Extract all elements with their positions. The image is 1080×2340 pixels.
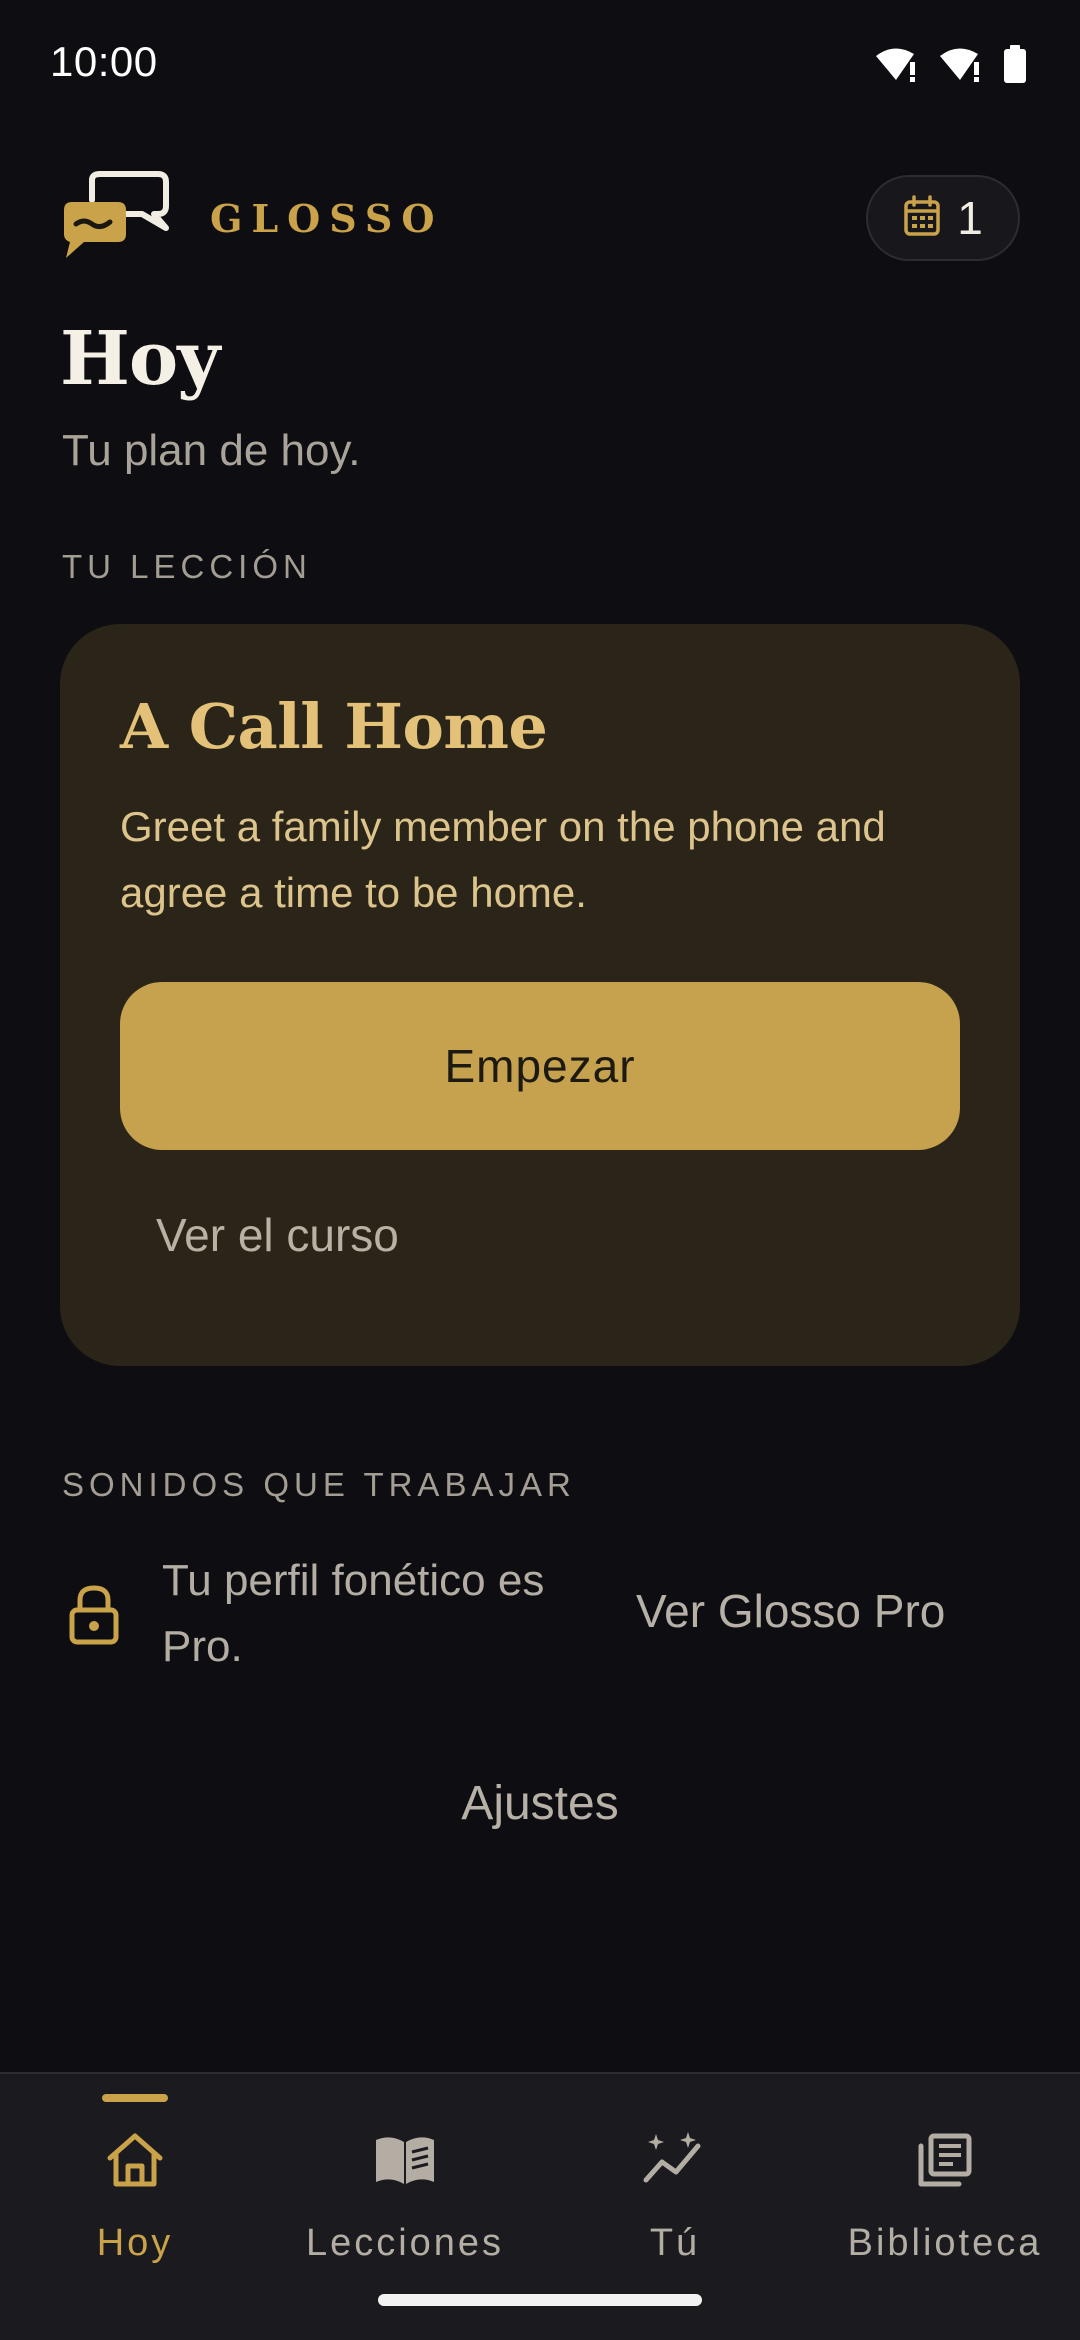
page-subtitle: Tu plan de hoy. — [62, 426, 361, 475]
wifi-alert-icon — [874, 44, 920, 84]
nav-item-tu[interactable]: Tú — [540, 2130, 810, 2280]
view-course-link[interactable]: Ver el curso — [156, 1208, 399, 1262]
lock-icon — [66, 1582, 122, 1651]
status-time: 10:00 — [50, 38, 158, 85]
settings-link[interactable]: Ajustes — [0, 1776, 1080, 1831]
nav-active-indicator — [102, 2094, 168, 2102]
chat-bubbles-icon — [58, 170, 172, 264]
nav-item-biblioteca[interactable]: Biblioteca — [810, 2130, 1080, 2280]
status-bar: 10:00 — [0, 0, 1080, 128]
lesson-description: Greet a family member on the phone and a… — [120, 803, 886, 916]
lesson-card: A Call Home Greet a family member on the… — [60, 624, 1020, 1366]
nav-label-lecciones: Lecciones — [305, 2222, 505, 2264]
streak-button[interactable]: 1 — [866, 175, 1020, 261]
library-icon — [915, 2130, 975, 2195]
brand-name: GLOSSO — [210, 196, 444, 241]
lesson-title: A Call Home — [120, 690, 548, 763]
book-icon — [372, 2130, 438, 2195]
view-pro-link[interactable]: Ver Glosso Pro — [636, 1584, 945, 1638]
signal-alert-icon — [938, 44, 984, 84]
battery-icon — [1002, 44, 1028, 84]
sounds-section-label: SONIDOS QUE TRABAJAR — [62, 1466, 576, 1503]
nav-item-hoy[interactable]: Hoy — [0, 2130, 270, 2280]
nav-item-lecciones[interactable]: Lecciones — [270, 2130, 540, 2280]
progress-sparkle-icon — [642, 2130, 708, 2195]
lesson-section-label: TU LECCIÓN — [62, 548, 312, 585]
app-screen: 10:00 GLOSSO 1 Hoy Tu plan de hoy. TU LE… — [0, 0, 1080, 2340]
start-button[interactable]: Empezar — [120, 982, 960, 1150]
nav-label-tu: Tú — [649, 2222, 701, 2264]
nav-label-hoy: Hoy — [96, 2222, 174, 2264]
pro-profile-text: Tu perfil fonético es Pro. — [162, 1556, 545, 1671]
calendar-icon — [903, 194, 941, 242]
page-title: Hoy — [60, 316, 220, 402]
home-icon — [104, 2130, 166, 2195]
gesture-home-bar[interactable] — [378, 2294, 702, 2306]
status-icons — [874, 40, 1028, 88]
nav-label-biblioteca: Biblioteca — [847, 2222, 1043, 2264]
streak-count: 1 — [957, 192, 983, 244]
